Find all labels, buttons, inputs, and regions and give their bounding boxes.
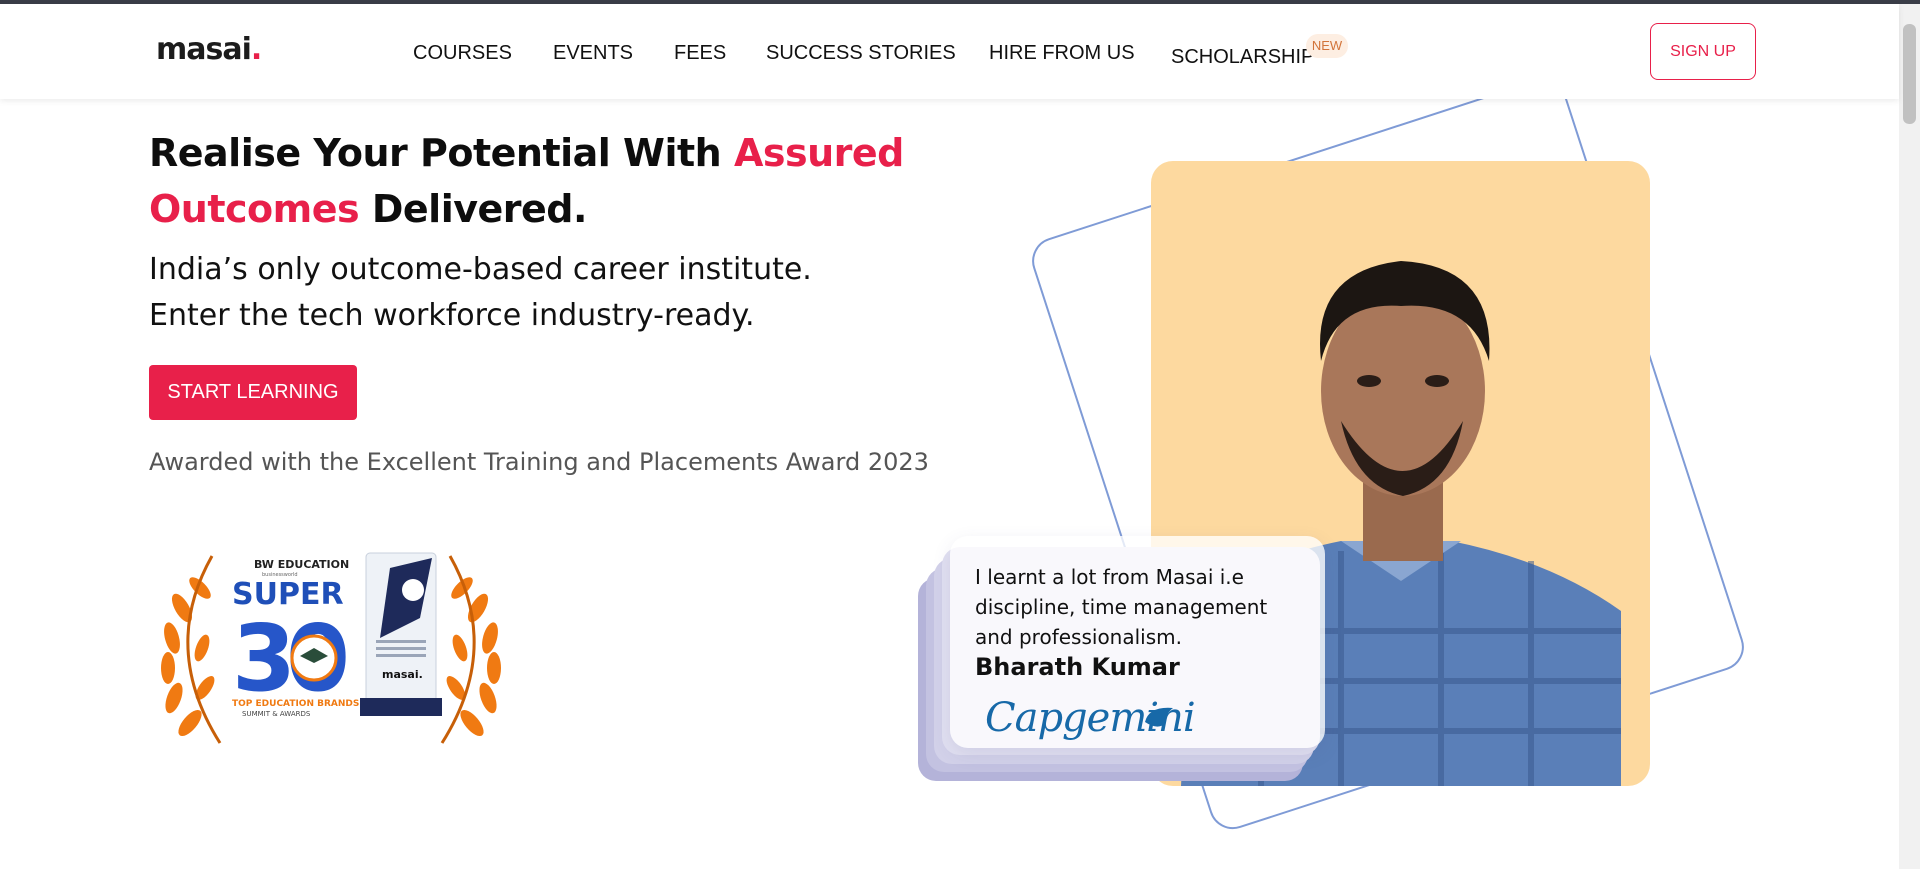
capgemini-spade-icon	[1145, 707, 1173, 727]
nav-scholarship[interactable]: SCHOLARSHIP	[1171, 46, 1314, 69]
sign-up-button[interactable]: SIGN UP	[1650, 23, 1756, 80]
nav-hire-from-us[interactable]: HIRE FROM US	[989, 42, 1135, 65]
hero-headline: Realise Your Potential With Assured Outc…	[149, 131, 904, 231]
badge-org: BW EDUCATION	[254, 558, 349, 571]
scrollbar-thumb[interactable]	[1903, 24, 1916, 124]
badge-footer: SUMMIT & AWARDS	[242, 710, 311, 718]
nav-courses[interactable]: COURSES	[413, 42, 512, 65]
trophy-brand: masai.	[382, 668, 423, 681]
nav-events[interactable]: EVENTS	[553, 42, 633, 65]
hero-subtitle-line-2: Enter the tech workforce industry-ready.	[149, 298, 755, 333]
testimonial-quote: I learnt a lot from Masai i.e discipline…	[975, 565, 1268, 649]
masai-logo[interactable]: masai.	[156, 32, 262, 67]
top-navbar: masai. COURSES EVENTS FEES SUCCESS STORI…	[0, 4, 1899, 99]
hero-subtitle-line-1: India’s only outcome-based career instit…	[149, 252, 812, 287]
award-caption: Awarded with the Excellent Training and …	[149, 448, 929, 476]
new-badge: NEW	[1306, 34, 1348, 58]
testimonial-name: Bharath Kumar	[975, 653, 1180, 681]
left-laurel-icon	[161, 555, 222, 744]
right-laurel-icon	[440, 555, 501, 744]
page-scrollbar[interactable]	[1899, 4, 1920, 869]
trophy-icon: masai.	[360, 552, 442, 716]
nav-success-stories[interactable]: SUCCESS STORIES	[766, 42, 956, 65]
badge-subtitle: TOP EDUCATION BRANDS	[232, 699, 359, 709]
nav-fees[interactable]: FEES	[674, 42, 726, 65]
start-learning-button[interactable]: START LEARNING	[149, 365, 357, 420]
super-30-award-badge: BW EDUCATION businessworld SUPER 30 TOP …	[161, 552, 501, 744]
